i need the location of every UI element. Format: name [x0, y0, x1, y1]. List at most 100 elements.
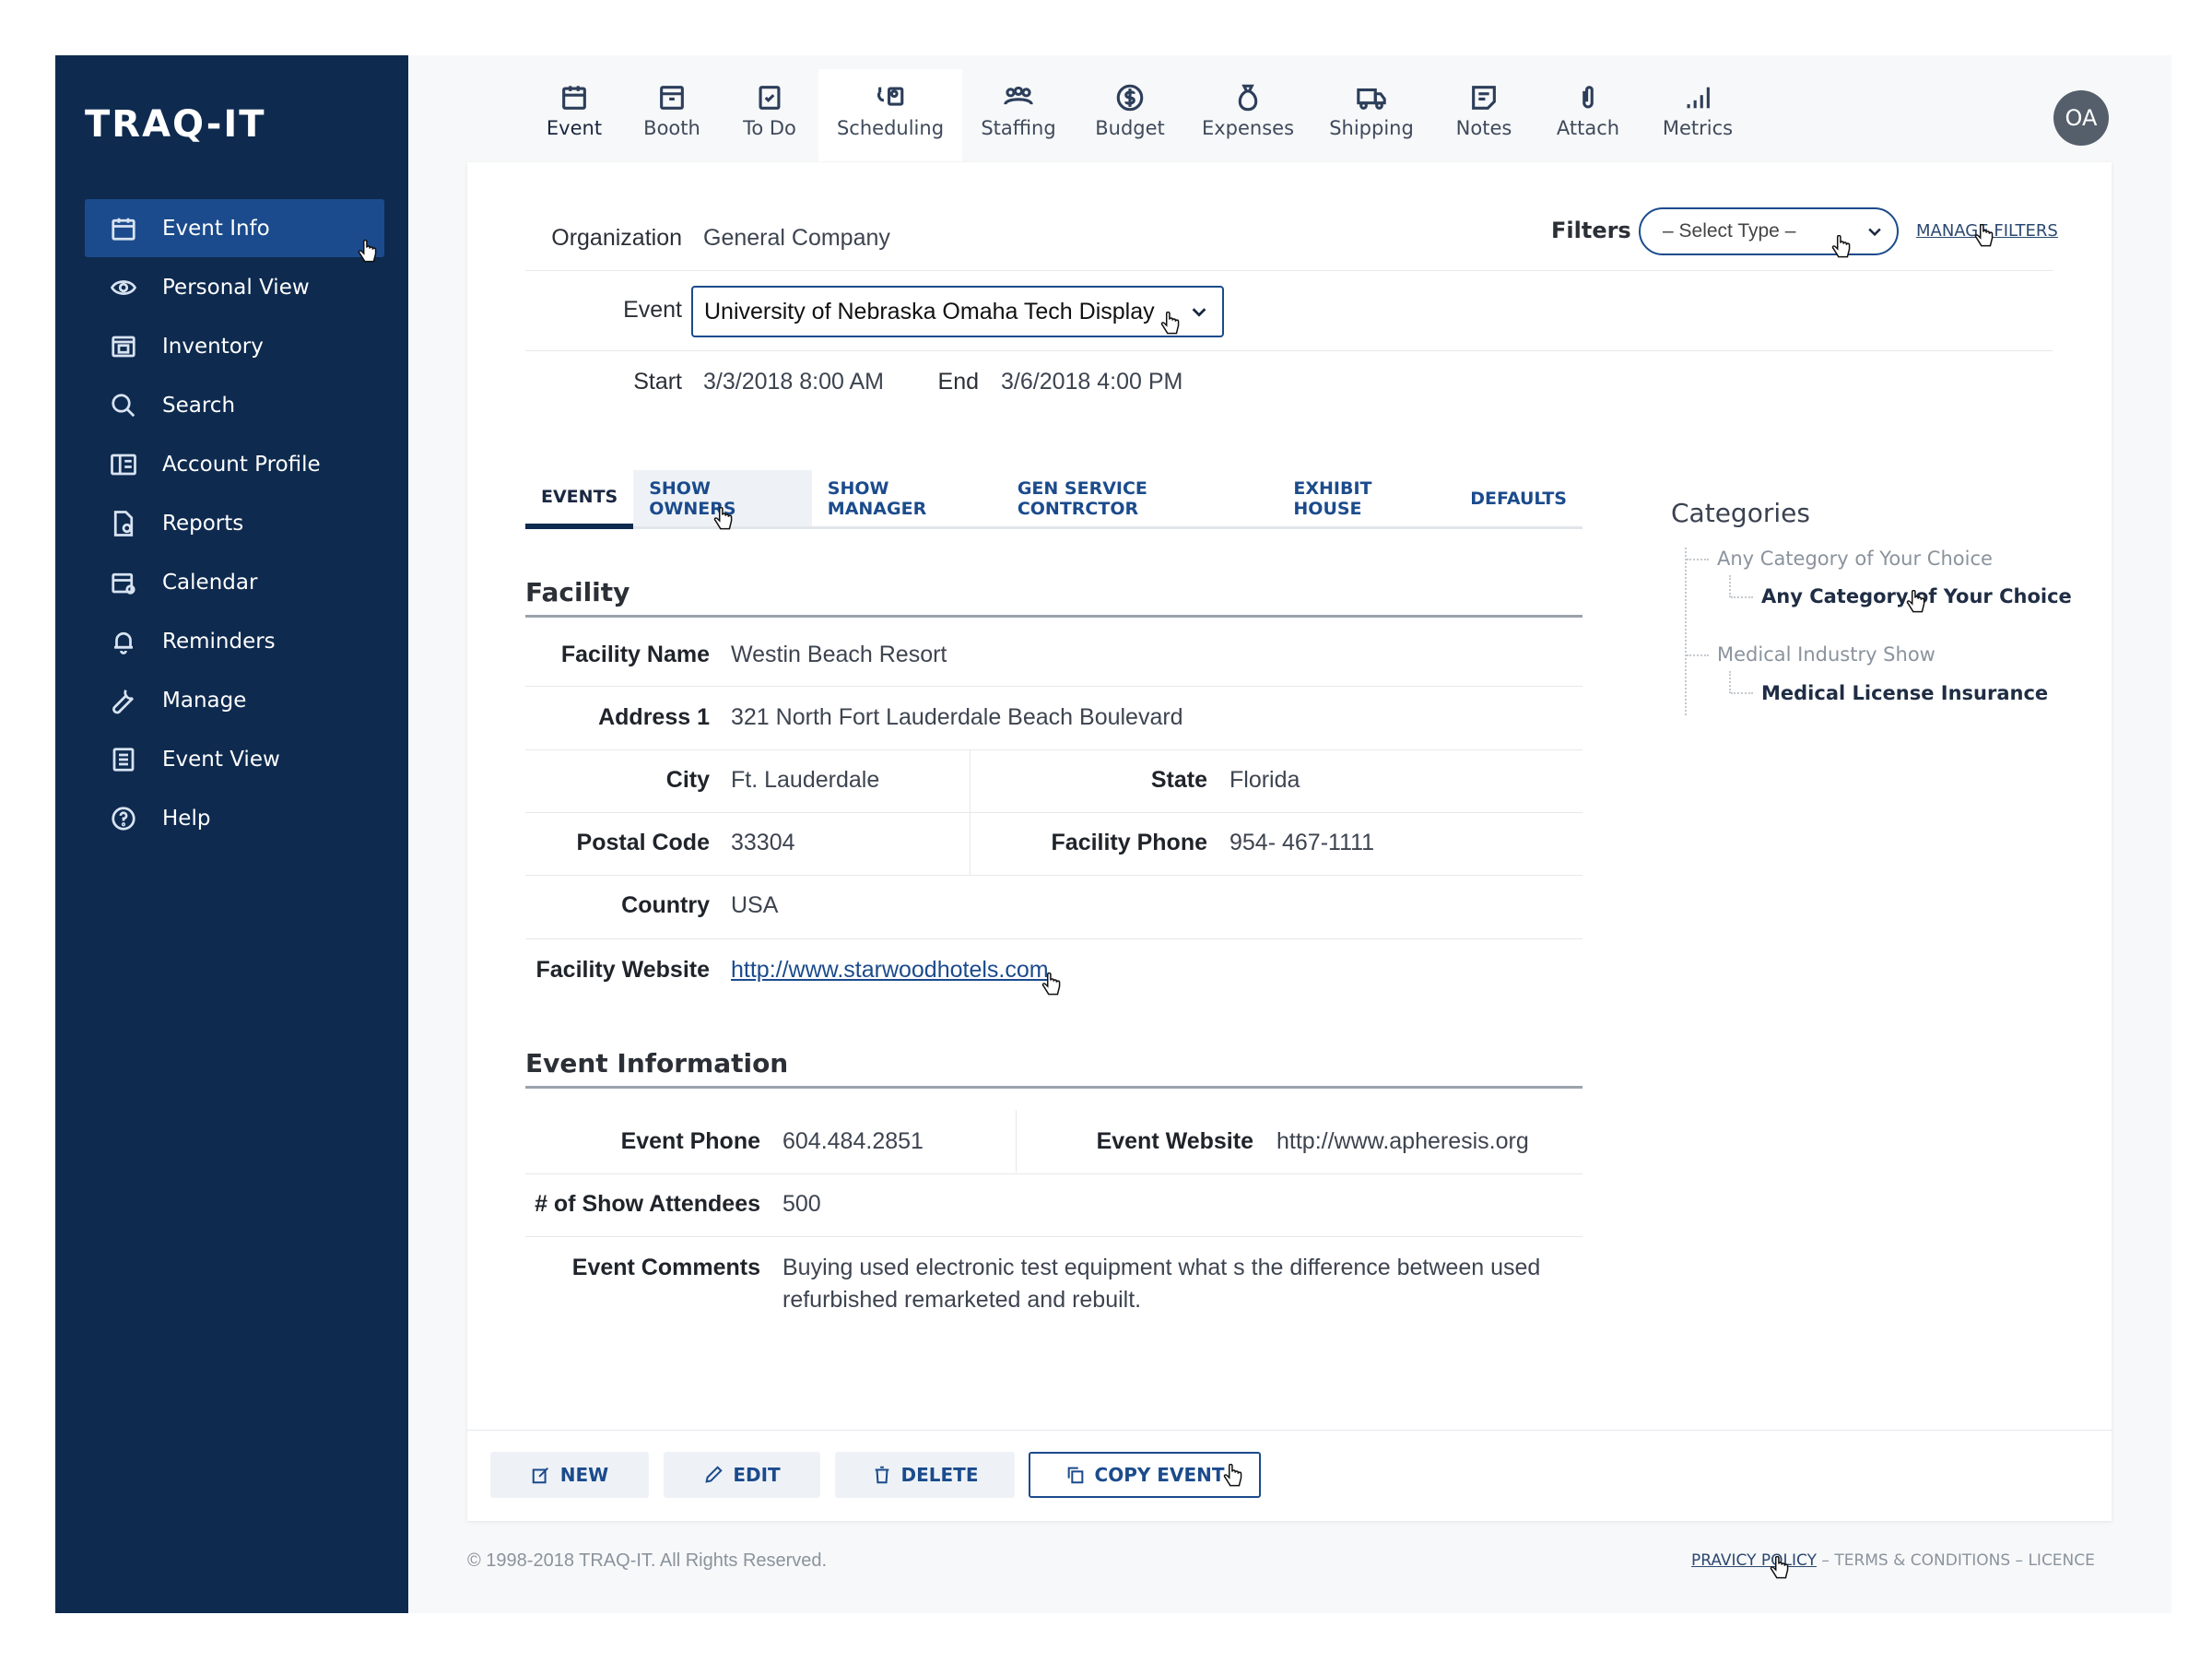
sidebar-item-label: Event View — [162, 747, 280, 772]
tab-metrics[interactable]: Metrics — [1641, 69, 1755, 161]
end-label: End — [937, 369, 979, 395]
divider — [525, 938, 1583, 939]
footer-separator: – — [2015, 1551, 2024, 1570]
categories-title: Categories — [1671, 498, 1810, 528]
filter-type-select[interactable]: – Select Type – — [1639, 207, 1899, 255]
tree-line — [1731, 692, 1753, 694]
subtab-gen-service-contractor[interactable]: GEN SERVICE CONTRCTOR — [1002, 470, 1278, 526]
end-value: 3/6/2018 4:00 PM — [1001, 369, 1183, 395]
tab-notes[interactable]: Notes — [1432, 69, 1535, 161]
logo: TRAQ-IT — [85, 103, 266, 146]
copy-icon — [1067, 1467, 1083, 1484]
tab-scheduling[interactable]: Scheduling — [818, 69, 962, 161]
divider — [525, 350, 2053, 351]
sidebar-item-personal-view[interactable]: Personal View — [85, 258, 384, 316]
sidebar-item-reminders[interactable]: Reminders — [85, 612, 384, 670]
city-value: Ft. Lauderdale — [731, 767, 880, 793]
sidebar: TRAQ-IT Event Info Personal View Invento… — [55, 55, 408, 1613]
divider — [525, 686, 1583, 687]
hand-cursor-icon — [1906, 590, 1925, 613]
calendar-icon — [562, 86, 586, 110]
tree-line — [1685, 548, 1687, 715]
sidebar-item-calendar[interactable]: Calendar — [85, 553, 384, 611]
section-tabs: EVENTS SHOW OWNERS SHOW MANAGER GEN SERV… — [525, 470, 1583, 529]
facility-website-link[interactable]: http://www.starwoodhotels.com — [731, 957, 1049, 984]
privacy-policy-link[interactable]: PRAVICY POLICY — [1691, 1551, 1817, 1570]
sidebar-item-label: Event Info — [162, 216, 270, 241]
sidebar-item-label: Manage — [162, 688, 247, 713]
hand-cursor-icon — [358, 240, 377, 263]
sidebar-item-manage[interactable]: Manage — [85, 671, 384, 729]
tab-attach[interactable]: Attach — [1535, 69, 1641, 161]
sidebar-item-event-view[interactable]: Event View — [85, 730, 384, 788]
new-button[interactable]: NEW — [490, 1452, 649, 1498]
tab-label: Scheduling — [836, 117, 945, 139]
address-value: 321 North Fort Lauderdale Beach Boulevar… — [731, 704, 1183, 730]
list-icon — [109, 745, 138, 774]
avatar[interactable]: OA — [2053, 90, 2109, 146]
facility-name-label: Facility Name — [560, 642, 710, 667]
tab-booth[interactable]: Booth — [623, 69, 721, 161]
divider — [525, 1236, 1583, 1237]
tab-label: Attach — [1556, 117, 1620, 139]
event-phone-value: 604.484.2851 — [782, 1128, 924, 1154]
address-label: Address 1 — [598, 704, 710, 730]
tree-line — [1731, 596, 1753, 598]
organization-value: General Company — [703, 225, 890, 251]
sidebar-item-reports[interactable]: Reports — [85, 494, 384, 552]
people-icon — [1004, 86, 1033, 105]
terms-link[interactable]: TERMS & CONDITIONS — [1834, 1551, 2010, 1570]
start-label: Start — [633, 369, 682, 395]
sidebar-item-label: Personal View — [162, 275, 310, 300]
sidebar-item-account-profile[interactable]: Account Profile — [85, 435, 384, 493]
hand-cursor-icon — [1831, 235, 1851, 258]
tree-line — [1729, 575, 1731, 597]
reports-icon — [109, 509, 138, 538]
sidebar-item-event-info[interactable]: Event Info — [85, 199, 384, 257]
sidebar-item-label: Reminders — [162, 629, 276, 654]
event-website-value: http://www.apheresis.org — [1277, 1128, 1529, 1154]
event-website-label: Event Website — [1096, 1128, 1253, 1154]
tab-expenses[interactable]: Expenses — [1185, 69, 1311, 161]
divider — [525, 875, 1583, 876]
sidebar-item-inventory[interactable]: Inventory — [85, 317, 384, 375]
tab-label: Metrics — [1662, 117, 1734, 139]
sidebar-item-label: Reports — [162, 511, 244, 536]
event-information-title: Event Information — [525, 1048, 789, 1079]
divider — [525, 1173, 1583, 1174]
sidebar-item-search[interactable]: Search — [85, 376, 384, 434]
paperclip-icon — [1583, 86, 1594, 109]
subtab-show-manager[interactable]: SHOW MANAGER — [812, 470, 1002, 526]
tab-label: Expenses — [1201, 117, 1295, 139]
tab-to-do[interactable]: To Do — [721, 69, 818, 161]
edit-button-label: EDIT — [733, 1464, 781, 1486]
calendar-settings-icon — [109, 568, 138, 597]
subtab-defaults[interactable]: DEFAULTS — [1454, 470, 1583, 526]
tab-event[interactable]: Event — [525, 69, 623, 161]
licence-link[interactable]: LICENCE — [2028, 1551, 2094, 1570]
tab-budget[interactable]: Budget — [1075, 69, 1185, 161]
show-attendees-label: # of Show Attendees — [535, 1191, 760, 1217]
section-divider — [525, 1086, 1583, 1089]
tree-line — [1687, 654, 1709, 656]
chevron-down-icon — [1192, 308, 1206, 317]
tab-staffing[interactable]: Staffing — [962, 69, 1075, 161]
category-parent[interactable]: Medical Industry Show — [1717, 643, 1936, 666]
organization-label: Organization — [551, 225, 682, 251]
section-divider — [525, 615, 1583, 618]
delete-button[interactable]: DELETE — [835, 1452, 1015, 1498]
city-label: City — [665, 767, 710, 793]
show-attendees-value: 500 — [782, 1191, 821, 1217]
edit-button[interactable]: EDIT — [664, 1452, 820, 1498]
subtab-events[interactable]: EVENTS — [525, 470, 634, 529]
tab-shipping[interactable]: Shipping — [1311, 69, 1432, 161]
trash-icon — [875, 1466, 888, 1484]
sidebar-item-help[interactable]: Help — [85, 789, 384, 847]
footer-separator: – — [1821, 1551, 1830, 1570]
subtab-exhibit-house[interactable]: EXHIBIT HOUSE — [1277, 470, 1454, 526]
category-parent[interactable]: Any Category of Your Choice — [1717, 548, 1993, 570]
event-select[interactable]: University of Nebraska Omaha Tech Displa… — [691, 286, 1224, 337]
event-comments-line2: refurbished remarketed and rebuilt. — [782, 1287, 1142, 1313]
country-value: USA — [731, 892, 779, 918]
category-child[interactable]: Medical License Insurance — [1761, 682, 2048, 704]
